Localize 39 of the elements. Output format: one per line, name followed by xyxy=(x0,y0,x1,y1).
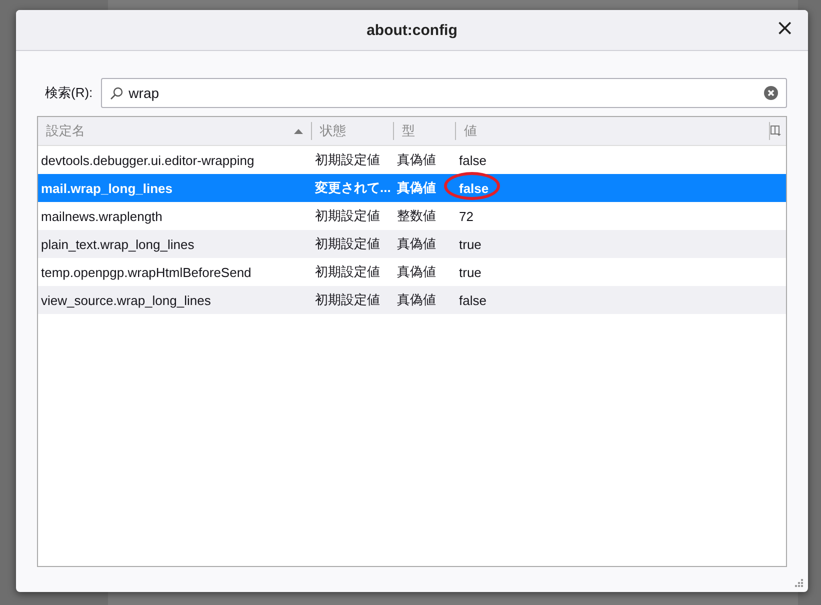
table-cell-text: mail.wrap_long_lines xyxy=(40,180,174,196)
table-cell-text: 整数値 xyxy=(396,207,437,225)
window-title: about:config xyxy=(366,22,458,38)
table-cell-text: 変更されて... xyxy=(314,179,392,197)
table-cell-text: true xyxy=(458,236,482,252)
close-button[interactable]: × xyxy=(772,18,798,40)
table-row[interactable]: plain_text.wrap_long_lines 初期設定値 真偽値 true xyxy=(38,230,786,258)
table-row[interactable]: temp.openpgp.wrapHtmlBeforeSend 初期設定値 真偽値 true xyxy=(38,258,786,286)
table-cell-text: 真偽値 xyxy=(396,235,437,253)
search-field[interactable]: wrap xyxy=(100,78,787,108)
table-cell-text: 真偽値 xyxy=(396,263,437,281)
clear-icon[interactable] xyxy=(764,86,778,100)
table-cell-text: false xyxy=(458,152,488,168)
table-cell-text: mailnews.wraplength xyxy=(40,208,164,224)
table-cell: false xyxy=(456,180,770,196)
table-row[interactable]: mail.wrap_long_lines 変更されて... 真偽値 false xyxy=(38,174,786,202)
table-cell-text: plain_text.wrap_long_lines xyxy=(40,236,196,252)
table-cell-text: 真偽値 xyxy=(396,179,437,197)
table-cell-text: 初期設定値 xyxy=(314,207,381,225)
column-picker-icon[interactable] xyxy=(770,125,782,137)
resize-grip-icon[interactable] xyxy=(795,579,804,588)
table-cell-text: true xyxy=(458,264,482,280)
sort-arrow-icon xyxy=(294,128,303,134)
table-cell-text: 初期設定値 xyxy=(314,151,381,169)
search-icon xyxy=(110,86,123,100)
table-cell-text: 初期設定値 xyxy=(314,263,381,281)
table-cell-text: devtools.debugger.ui.editor-wrapping xyxy=(40,152,256,168)
table-cell-text: 初期設定値 xyxy=(314,291,381,309)
table-cell-text: 真偽値 xyxy=(396,151,437,169)
table-cell-text: 72 xyxy=(458,208,474,224)
table-cell-text: view_source.wrap_long_lines xyxy=(40,292,212,308)
table-cell-text: false xyxy=(458,292,488,308)
search-label: 検索(R): xyxy=(45,84,93,102)
table-row[interactable]: view_source.wrap_long_lines 初期設定値 真偽値 false xyxy=(38,286,786,314)
table-cell-text: temp.openpgp.wrapHtmlBeforeSend xyxy=(40,264,252,280)
table-cell-text: 初期設定値 xyxy=(314,235,381,253)
table-row[interactable]: devtools.debugger.ui.editor-wrapping 初期設定値 真偽値 false xyxy=(38,146,786,174)
table-cell-text: 真偽値 xyxy=(396,291,437,309)
table-row[interactable]: mailnews.wraplength 初期設定値 整数値 72 xyxy=(38,202,786,230)
